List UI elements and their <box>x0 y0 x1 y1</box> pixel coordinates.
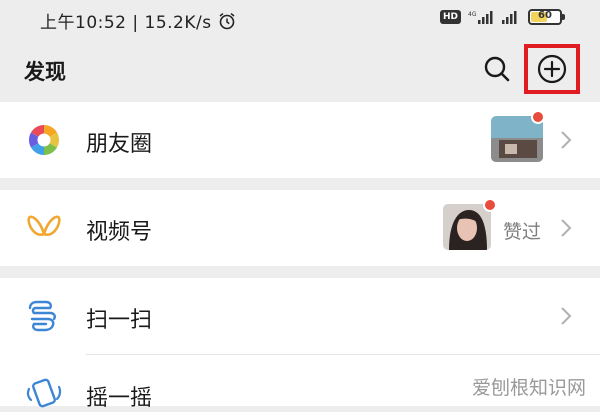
chevron-right-icon <box>561 219 572 237</box>
search-icon <box>484 56 510 82</box>
time-network-text: 上午10:52 | 15.2K/s <box>40 13 212 33</box>
list-item-label: 视频号 <box>86 220 153 245</box>
page-title: 发现 <box>24 60 66 84</box>
scan-icon <box>28 300 56 332</box>
moments-aperture-icon <box>28 125 60 155</box>
list-item-label: 朋友圈 <box>86 132 153 157</box>
liked-text: 赞过 <box>503 221 542 243</box>
moments-red-dot <box>531 110 545 124</box>
channels-red-dot <box>483 198 497 212</box>
channels-butterfly-icon <box>27 215 61 236</box>
status-bar: 上午10:52 | 15.2K/s HD 4G 60 <box>0 0 600 38</box>
channels-thumbnail <box>443 204 491 250</box>
battery-tip <box>562 14 565 20</box>
list-item-label: 扫一扫 <box>86 308 153 333</box>
status-left: 上午10:52 | 15.2K/s <box>40 8 236 33</box>
battery-icon: 60 <box>528 9 565 25</box>
watermark: 爱刨根知识网 <box>471 377 586 399</box>
list-item-label: 摇一摇 <box>86 386 153 411</box>
chevron-right-icon <box>561 131 572 149</box>
alarm-icon <box>219 12 235 29</box>
list-item-channels[interactable]: 视频号 赞过 <box>0 190 600 266</box>
svg-text:4G: 4G <box>468 11 477 18</box>
signal-icon: 4G <box>468 11 493 24</box>
status-right: HD 4G 60 <box>439 9 565 25</box>
search-button[interactable] <box>480 52 514 86</box>
list-item-moments[interactable]: 朋友圈 <box>0 102 600 178</box>
add-button[interactable] <box>524 44 580 94</box>
signal-icon-2 <box>502 11 517 24</box>
title-bar: 发现 <box>0 38 600 100</box>
plus-circle-icon <box>537 54 567 84</box>
hd-badge: HD <box>439 10 461 24</box>
chevron-right-icon <box>561 307 572 325</box>
battery-text: 60 <box>538 10 552 21</box>
